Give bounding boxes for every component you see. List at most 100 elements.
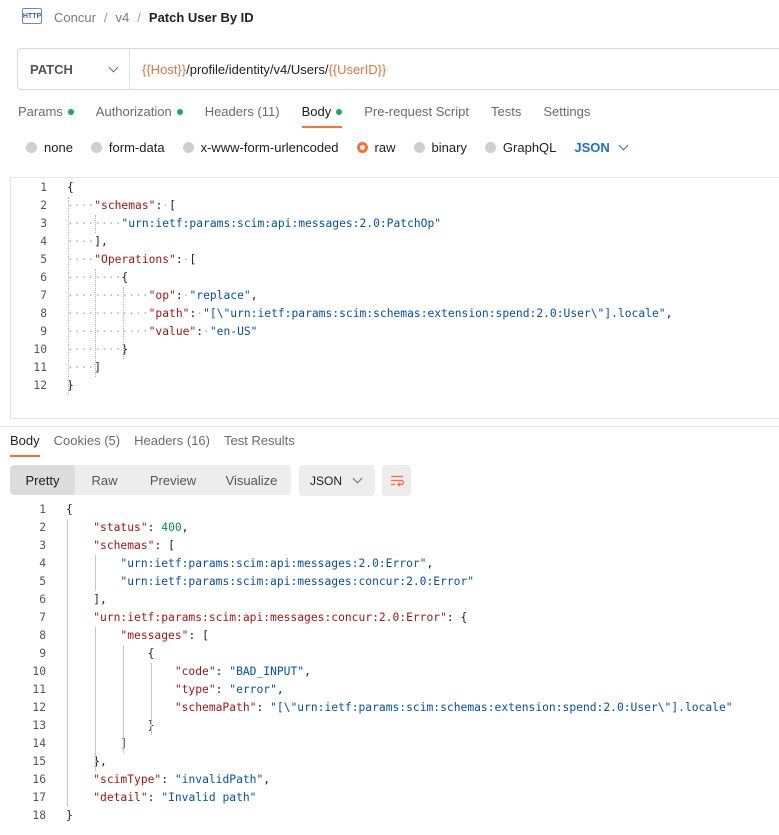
code-text: "schemas": [ [93, 539, 175, 552]
radio-button-icon [356, 142, 368, 153]
pane-divider[interactable] [0, 426, 779, 427]
line-number: 9 [39, 647, 46, 660]
tab-authorization[interactable]: Authorization [96, 104, 183, 119]
method-select[interactable]: PATCH [18, 49, 130, 89]
code-line: 5 "urn:ietf:params:scim:api:messages:con… [0, 573, 779, 591]
tab-label: Headers (11) [204, 104, 280, 119]
indent-guide [95, 215, 96, 233]
wrap-lines-button[interactable] [382, 465, 411, 496]
code-text: "status": 400, [93, 521, 189, 534]
code-line: 1{ [0, 501, 779, 519]
tab-label: Authorization [95, 104, 172, 119]
view-mode-preview[interactable]: Preview [134, 465, 212, 495]
code-text: ····"Operations":·[ [67, 253, 197, 266]
tab-pre-request-script[interactable]: Pre-request Script [364, 104, 469, 119]
response-tab-cookies-5[interactable]: Cookies (5) [54, 433, 120, 448]
body-language-select[interactable]: JSON [574, 140, 629, 155]
indent-guide [95, 555, 96, 591]
response-tab-test-results[interactable]: Test Results [224, 433, 295, 448]
line-number: 5 [40, 253, 47, 266]
status-dot-icon [336, 108, 343, 115]
radio-label: x-www-form-urlencoded [200, 140, 339, 155]
body-type-raw[interactable]: raw [356, 140, 396, 155]
body-type-form-data[interactable]: form-data [90, 140, 165, 155]
view-mode-raw[interactable]: Raw [75, 465, 134, 495]
line-number: 8 [39, 629, 46, 642]
line-number: 6 [39, 593, 46, 606]
line-number: 7 [40, 289, 47, 302]
code-line: 4 "urn:ietf:params:scim:api:messages:2.0… [0, 555, 779, 573]
code-line: 3 "schemas": [ [0, 537, 779, 555]
tab-params[interactable]: Params [18, 104, 74, 119]
breadcrumb-collection[interactable]: Concur [54, 10, 96, 25]
body-type-x-www-form-urlencoded[interactable]: x-www-form-urlencoded [182, 140, 339, 155]
tab-settings[interactable]: Settings [543, 104, 590, 119]
line-number: 4 [40, 235, 47, 248]
tab-headers-11[interactable]: Headers (11) [205, 104, 280, 119]
view-mode-switch: Pretty Raw Preview Visualize [10, 465, 291, 495]
body-type-binary[interactable]: binary [413, 140, 467, 155]
view-mode-pretty[interactable]: Pretty [10, 465, 75, 495]
code-line: 9 ············"value":·"en-US" [11, 323, 778, 341]
response-tab-headers-16[interactable]: Headers (16) [134, 433, 210, 448]
radio-label: GraphQL [502, 140, 557, 155]
tab-body[interactable]: Body [301, 104, 343, 128]
tab-tests[interactable]: Tests [491, 104, 521, 119]
code-text: } [147, 719, 155, 732]
code-text: "urn:ietf:params:scim:api:messages:2.0:E… [120, 557, 434, 570]
code-line: 1{ [11, 179, 778, 197]
code-text: { [147, 647, 155, 660]
line-number: 14 [32, 737, 46, 750]
line-number: 16 [32, 773, 46, 786]
code-text: "scimType": "invalidPath", [93, 773, 271, 786]
line-number: 1 [39, 503, 46, 516]
code-text: ] [120, 737, 128, 750]
code-text: "type": "error", [174, 683, 284, 696]
tab-label: Test Results [223, 433, 295, 448]
code-line: 14 ] [0, 735, 779, 753]
code-line: 13 } [0, 717, 779, 735]
code-text: { [67, 181, 74, 194]
radio-button-icon [413, 142, 425, 153]
code-line: 7 "urn:ietf:params:scim:api:messages:con… [0, 609, 779, 627]
line-number: 4 [39, 557, 46, 570]
code-line: 2 ····"schemas":·[ [11, 197, 778, 215]
response-format-select[interactable]: JSON [299, 465, 375, 496]
code-line: 4 ····], [11, 233, 778, 251]
request-bar: PATCH {{Host}}/profile/identity/v4/Users… [17, 48, 779, 90]
line-number: 1 [40, 181, 47, 194]
line-number: 13 [32, 719, 46, 732]
code-line: 16 "scimType": "invalidPath", [0, 771, 779, 789]
request-body-editor[interactable]: 1{2 ····"schemas":·[3 ········"urn:ietf:pa… [10, 177, 779, 419]
code-text: ····], [67, 235, 108, 248]
line-number: 11 [32, 683, 46, 696]
indent-guide [68, 197, 69, 395]
code-line: 8 "messages": [ [0, 627, 779, 645]
code-text: "detail": "Invalid path" [93, 791, 257, 804]
url-path: /profile/identity/v4/Users/ [186, 61, 329, 77]
view-mode-visualize[interactable]: Visualize [212, 465, 291, 495]
response-body-viewer[interactable]: 1{2 "status": 400, 3 "schemas": [4 "urn:i… [0, 500, 779, 835]
radio-button-icon [484, 142, 496, 153]
code-text: { [66, 503, 73, 516]
tab-label: Params [18, 104, 63, 119]
radio-label: raw [374, 140, 396, 155]
line-number: 10 [32, 665, 46, 678]
line-number: 10 [33, 343, 47, 356]
code-text: ····"schemas":·[ [67, 199, 176, 212]
code-line: 17 "detail": "Invalid path" [0, 789, 779, 807]
breadcrumb-folder[interactable]: v4 [116, 10, 130, 25]
line-number: 9 [40, 325, 47, 338]
request-tabs: Params Authorization Headers (11) Body Pre-r… [18, 104, 612, 128]
code-text: ], [93, 593, 107, 606]
code-line: 9 { [0, 645, 779, 663]
body-type-graphql[interactable]: GraphQL [484, 140, 557, 155]
indent-guide [95, 627, 96, 771]
method-label: PATCH [30, 61, 73, 77]
code-text: "schemaPath": "[\"urn:ietf:params:scim:s… [174, 701, 733, 714]
url-input[interactable]: {{Host}}/profile/identity/v4/Users/{{Use… [130, 62, 386, 77]
body-type-none[interactable]: none [26, 140, 73, 155]
indent-guide [123, 287, 124, 359]
request-title[interactable]: Patch User By ID [149, 10, 254, 25]
response-tab-body[interactable]: Body [10, 433, 40, 457]
